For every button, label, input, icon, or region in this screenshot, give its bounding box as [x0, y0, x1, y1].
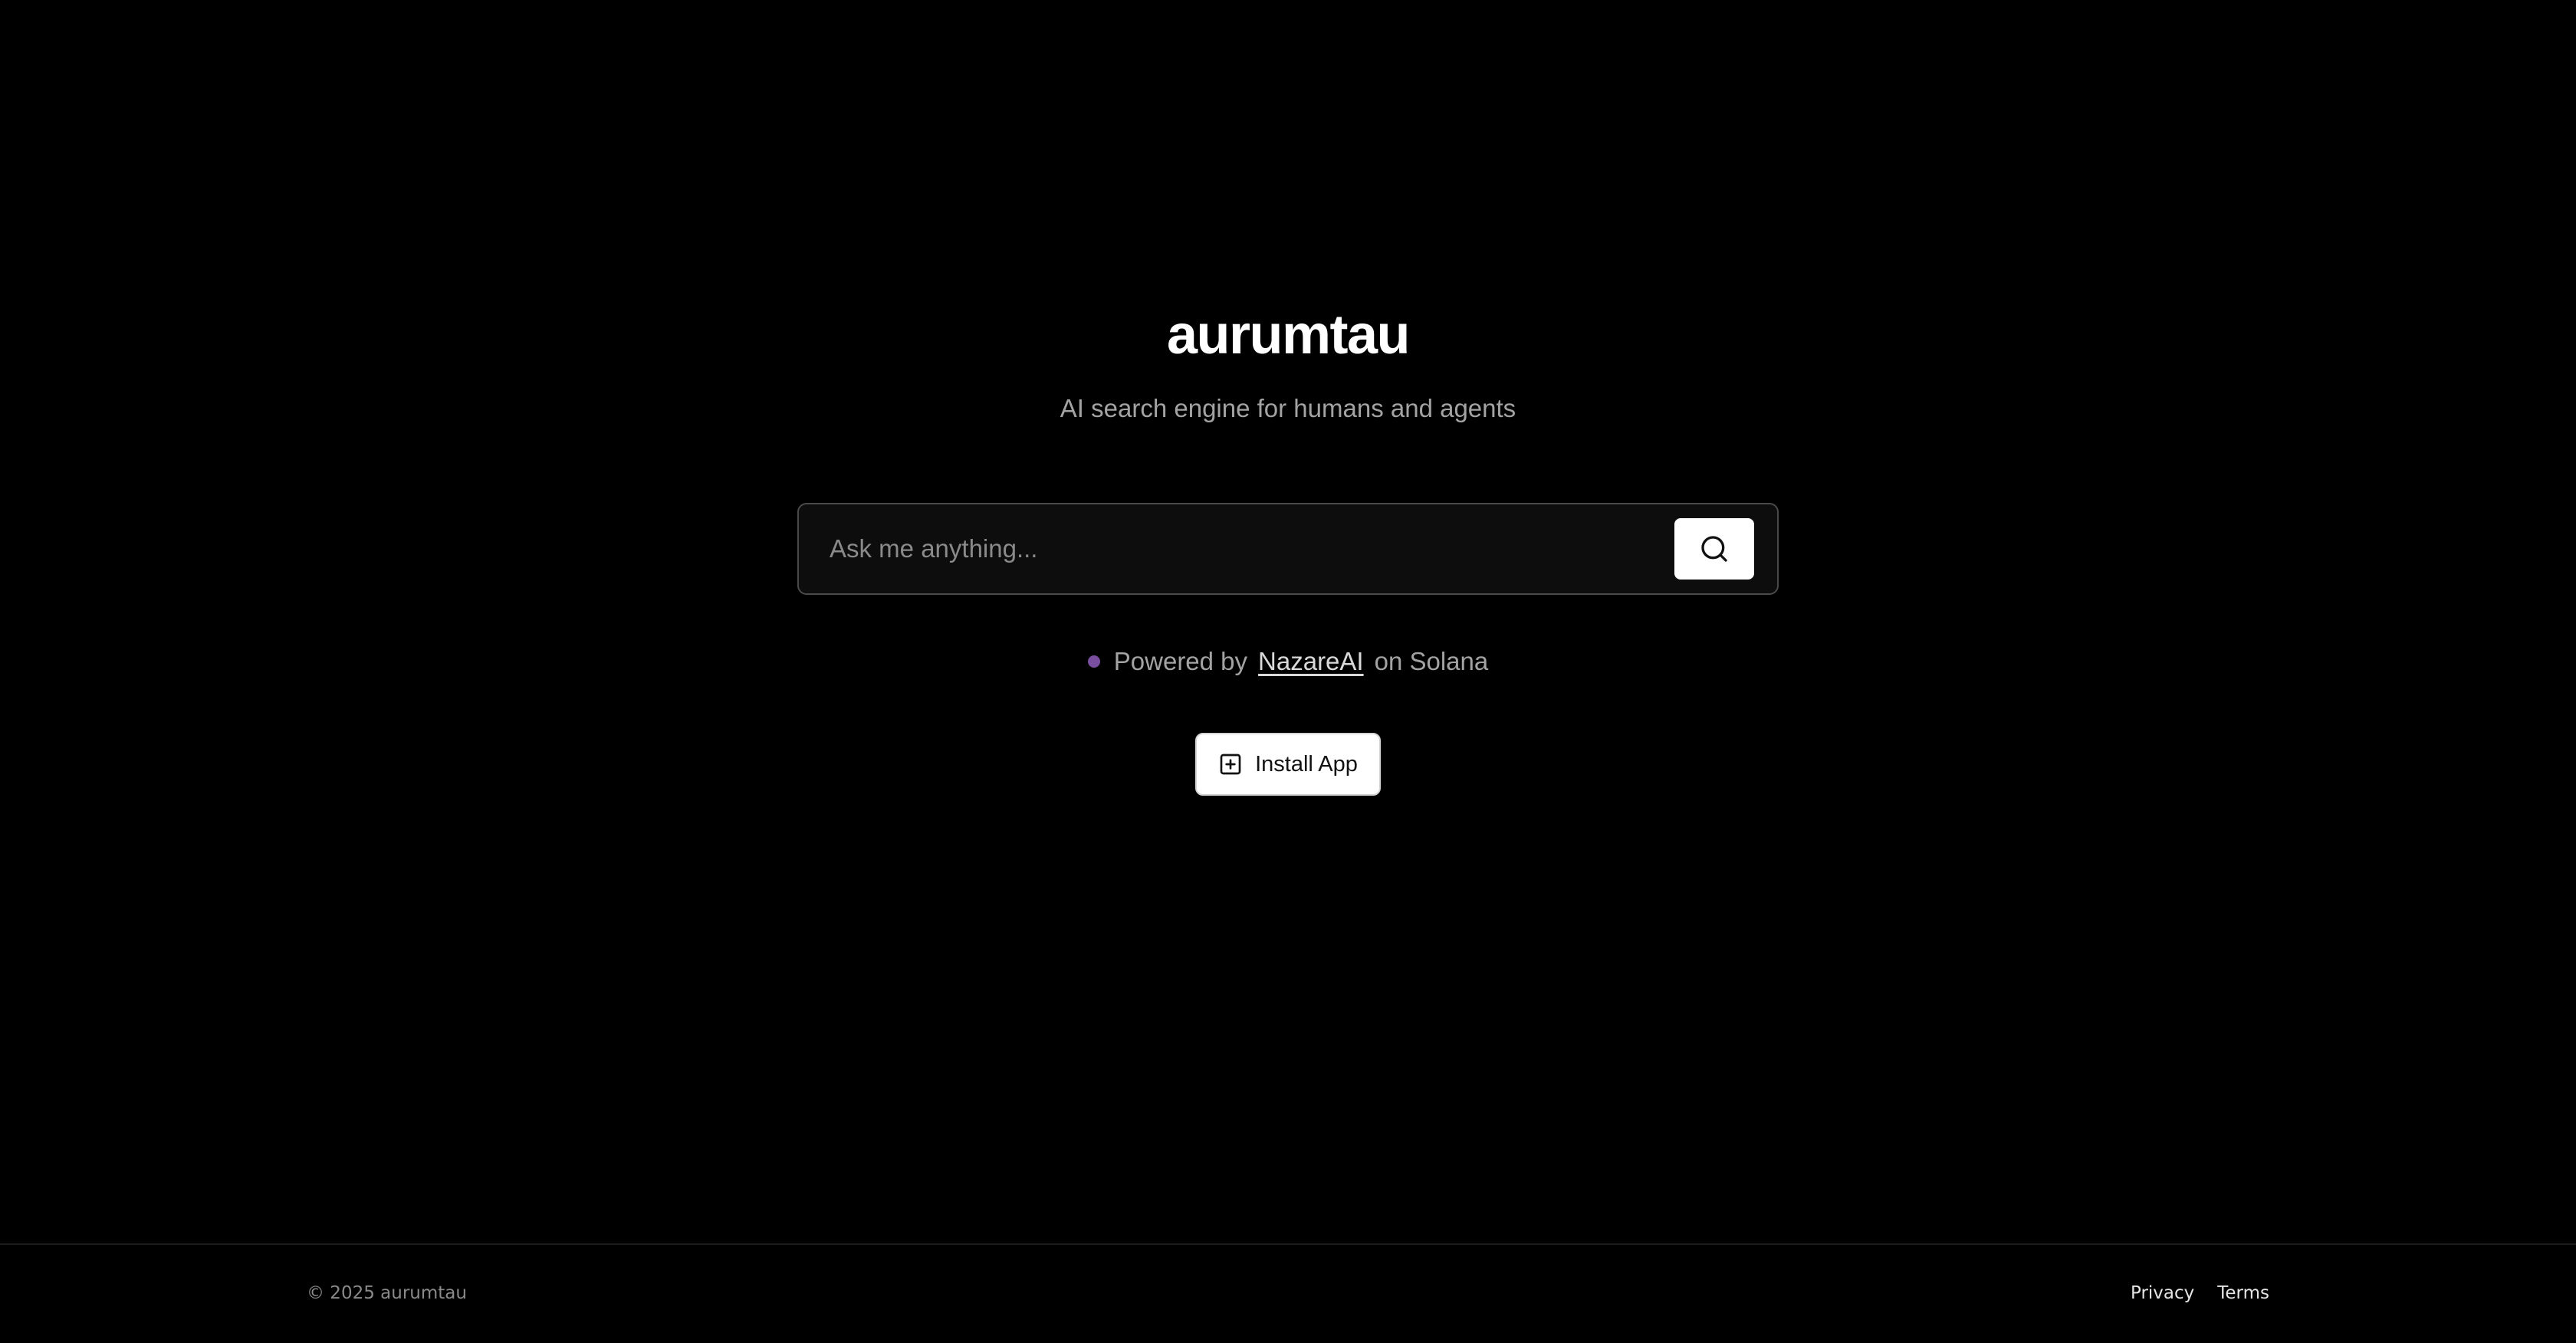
copyright-text: © 2025 aurumtau	[307, 1283, 467, 1303]
footer-links: Privacy Terms	[2131, 1280, 2269, 1306]
main-hero: aurumtau AI search engine for humans and…	[0, 0, 2576, 1243]
search-input[interactable]	[830, 518, 1688, 580]
powered-by-suffix: on Solana	[1374, 647, 1489, 675]
status-dot	[1087, 655, 1100, 668]
install-app-label: Install App	[1255, 751, 1358, 777]
install-app-button[interactable]: Install App	[1195, 733, 1381, 796]
search-icon	[1701, 536, 1727, 562]
footer: © 2025 aurumtau Privacy Terms	[0, 1243, 2576, 1343]
tagline: AI search engine for humans and agents	[1060, 394, 1516, 422]
brand-title: aurumtau	[1166, 304, 1411, 366]
powered-by-prefix: Powered by	[1113, 647, 1248, 675]
nazareai-link[interactable]: NazareAI	[1258, 647, 1364, 675]
search-button[interactable]	[1674, 518, 1754, 580]
page: aurumtau AI search engine for humans and…	[0, 0, 2576, 1343]
search-box	[797, 503, 1779, 595]
privacy-link[interactable]: Privacy	[2131, 1280, 2194, 1306]
powered-by-line: Powered by NazareAI on Solana	[0, 641, 2576, 682]
terms-link[interactable]: Terms	[2217, 1280, 2269, 1306]
plus-square-icon	[1220, 754, 1241, 775]
